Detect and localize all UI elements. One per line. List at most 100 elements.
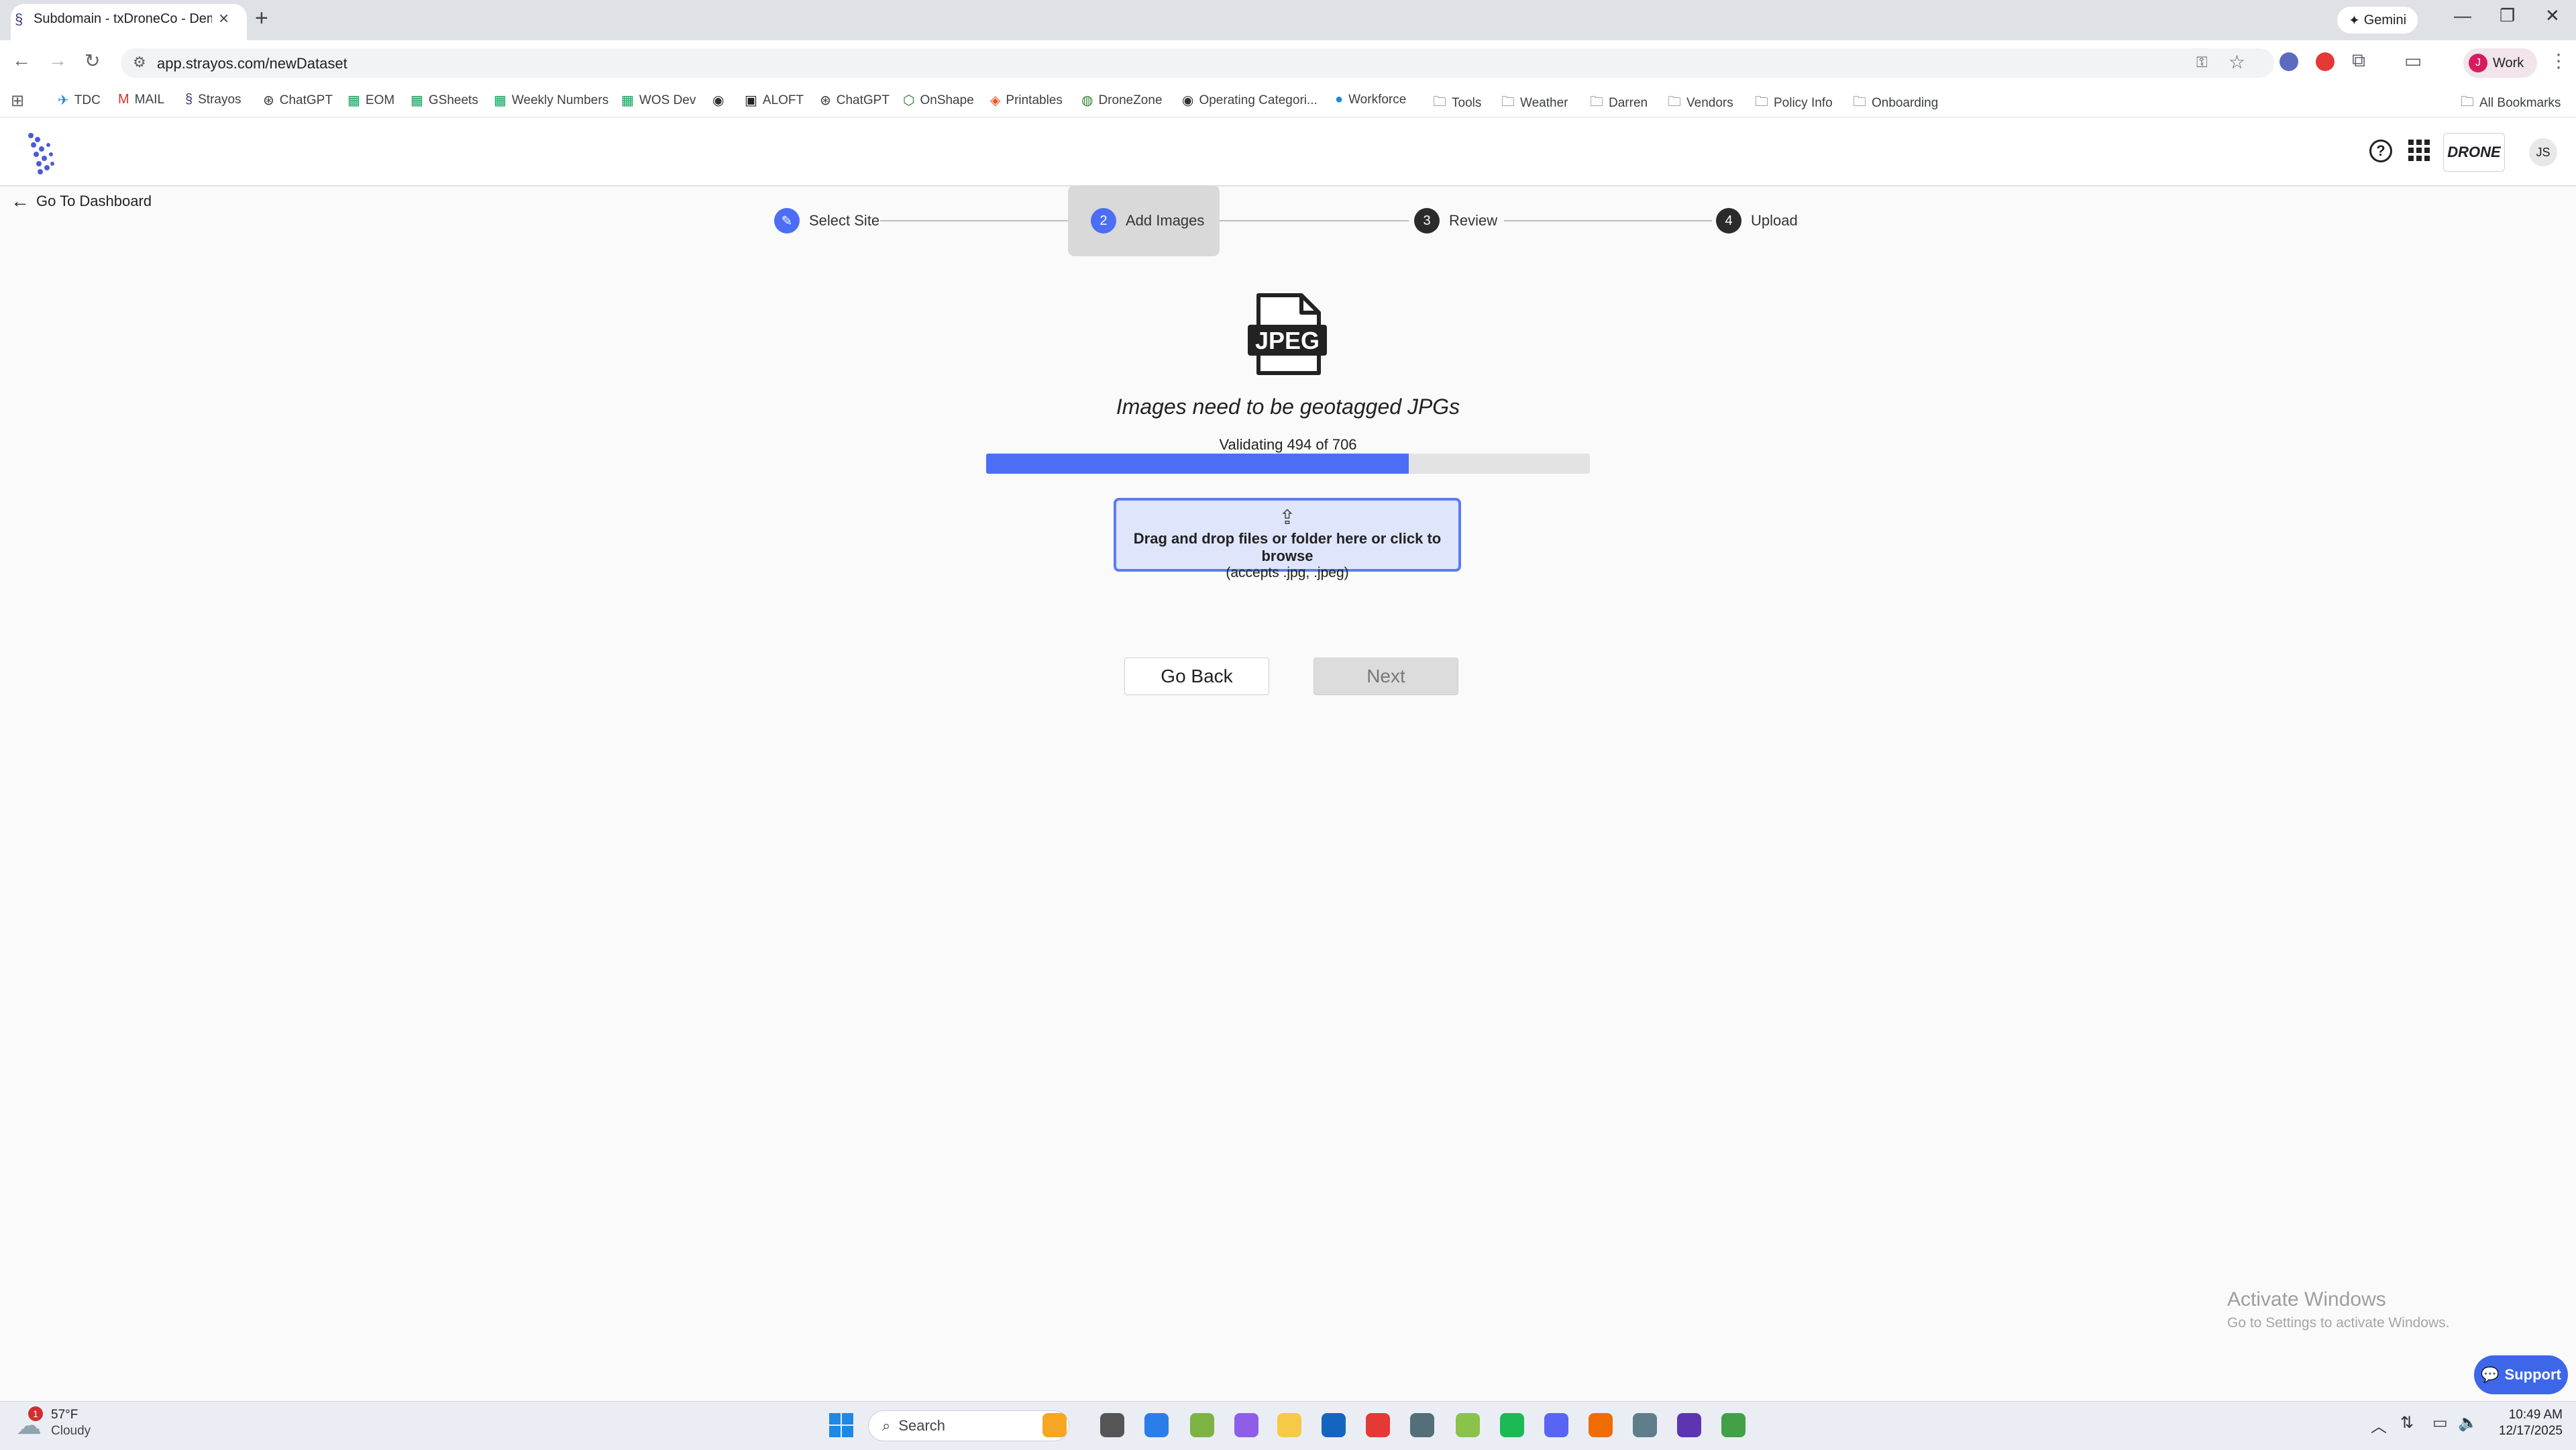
step-label: Upload xyxy=(1751,212,1798,229)
clock-date[interactable]: 12/17/2025 xyxy=(2482,1424,2563,1439)
address-bar[interactable] xyxy=(121,48,2274,78)
tab-strip xyxy=(0,0,2576,40)
bookmark-item[interactable]: ◍ DroneZone xyxy=(1081,92,1163,109)
bookmark-label: Policy Info xyxy=(1774,96,1833,110)
extension-icon[interactable] xyxy=(2316,52,2334,71)
strayos-logo[interactable] xyxy=(24,130,62,174)
snipping-tool-icon[interactable] xyxy=(1144,1413,1169,1437)
bookmark-item[interactable]: M MAIL xyxy=(118,92,164,107)
windows-start-icon[interactable] xyxy=(829,1413,853,1437)
step-label: Add Images xyxy=(1126,212,1205,229)
bookmark-item[interactable]: ● Workforce xyxy=(1335,92,1406,107)
new-tab-button[interactable]: + xyxy=(255,5,268,32)
bookmark-item[interactable]: ⊛ ChatGPT xyxy=(820,92,890,109)
monitor-icon[interactable]: ▭ xyxy=(2432,1413,2448,1433)
qgis-icon[interactable] xyxy=(1456,1413,1480,1437)
chevron-up-icon[interactable]: ︿ xyxy=(2371,1413,2387,1437)
bookmark-item[interactable]: 🗀 Darren xyxy=(1590,92,1648,115)
bookmark-item[interactable]: 🗀 Tools xyxy=(1433,92,1481,115)
chrome-icon[interactable] xyxy=(1366,1413,1390,1437)
organization-logo[interactable]: DRONE xyxy=(2443,133,2505,172)
copilot-icon[interactable] xyxy=(1234,1413,1258,1437)
discord-icon[interactable] xyxy=(1544,1413,1568,1437)
weather-condition[interactable]: Cloudy xyxy=(51,1424,91,1439)
bookmark-label: TDC xyxy=(74,93,101,107)
apps-grid-icon[interactable]: ⊞ xyxy=(11,91,24,111)
chrome-alt-icon[interactable] xyxy=(1721,1413,1746,1437)
bookmark-item[interactable]: § Strayos xyxy=(185,92,241,107)
browser-menu-icon[interactable]: ⋮ xyxy=(2549,50,2568,72)
back-arrow-icon[interactable]: ← xyxy=(12,50,31,71)
side-panel-icon[interactable]: ▭ xyxy=(2404,50,2422,72)
apps-menu-icon[interactable] xyxy=(2408,140,2430,161)
step-review[interactable]: 3 Review xyxy=(1414,208,1497,234)
bookmark-item[interactable]: 🗀 Weather xyxy=(1501,92,1568,115)
bookmark-label: Vendors xyxy=(1686,96,1733,110)
puzzle-extensions-icon[interactable]: ⧉ xyxy=(2352,50,2365,72)
extension-icon[interactable] xyxy=(2279,52,2298,71)
bookmark-label: ALOFT xyxy=(762,93,804,107)
next-button[interactable]: Next xyxy=(1313,658,1458,695)
bookmark-label: Tools xyxy=(1452,96,1482,110)
stepper-connector xyxy=(1208,220,1409,221)
url-text[interactable]: app.strayos.com/newDataset xyxy=(157,55,347,72)
store-icon[interactable] xyxy=(1322,1413,1346,1437)
bookmark-item[interactable]: ✈ TDC xyxy=(58,92,101,109)
folder-icon[interactable] xyxy=(1277,1413,1301,1437)
taskbar-search[interactable]: ⌕ Search xyxy=(868,1410,1069,1441)
network-icon[interactable]: ⇅ xyxy=(2400,1413,2414,1433)
bookmark-item[interactable]: ▣ ALOFT xyxy=(745,92,804,109)
site-info-icon[interactable]: ⚙ xyxy=(133,54,146,71)
step-select-site[interactable]: ✎ Select Site xyxy=(774,208,879,234)
volume-icon[interactable]: 🔈 xyxy=(2458,1413,2478,1433)
notification-badge: 1 xyxy=(28,1406,43,1421)
password-key-icon[interactable]: ⚿ xyxy=(2196,54,2208,71)
all-bookmarks[interactable]: 🗀 All Bookmarks xyxy=(2461,92,2561,115)
bookmark-star-icon[interactable]: ☆ xyxy=(2229,51,2245,73)
user-avatar[interactable]: JS xyxy=(2529,138,2557,166)
forward-arrow-icon[interactable]: → xyxy=(48,50,67,71)
restore-icon[interactable]: ❐ xyxy=(2500,5,2515,26)
bookmark-item[interactable]: ◉ Operating Categori... xyxy=(1182,92,1318,109)
close-tab-icon[interactable]: × xyxy=(219,8,229,29)
weather-temperature[interactable]: 57°F xyxy=(51,1408,78,1422)
printer-icon[interactable] xyxy=(1633,1413,1657,1437)
chrome-profile-icon[interactable] xyxy=(1589,1413,1613,1437)
app-icon[interactable] xyxy=(1677,1413,1701,1437)
profile-avatar: J xyxy=(2469,54,2487,72)
bookmark-item[interactable]: ⊛ ChatGPT xyxy=(263,92,333,109)
go-to-dashboard-link[interactable]: ← Go To Dashboard xyxy=(11,191,152,212)
spotify-icon[interactable] xyxy=(1500,1413,1524,1437)
reload-icon[interactable]: ↻ xyxy=(85,50,100,72)
go-back-button[interactable]: Go Back xyxy=(1124,658,1269,695)
jpeg-file-icon: JPEG xyxy=(1248,293,1327,375)
bookmark-item[interactable]: ▦ Weekly Numbers xyxy=(494,92,608,109)
jpeg-label: JPEG xyxy=(1255,327,1320,354)
step-upload[interactable]: 4 Upload xyxy=(1716,208,1798,234)
notes-icon[interactable] xyxy=(1190,1413,1214,1437)
bookmark-item[interactable]: ▦ GSheets xyxy=(411,92,478,109)
calculator-icon[interactable] xyxy=(1410,1413,1434,1437)
bookmark-item[interactable]: ◉ xyxy=(712,92,724,109)
bookmark-label: Workforce xyxy=(1348,92,1407,107)
bookmark-item[interactable]: ◈ Printables xyxy=(990,92,1063,109)
minimize-icon[interactable]: — xyxy=(2454,5,2471,26)
support-button[interactable]: 💬 Support xyxy=(2474,1355,2568,1394)
profile-button[interactable]: J Work xyxy=(2463,48,2537,78)
widgets-icon[interactable] xyxy=(1042,1413,1067,1437)
bookmark-item[interactable]: ▦ WOS Dev xyxy=(621,92,696,109)
help-icon[interactable]: ? xyxy=(2369,140,2392,162)
bookmark-item[interactable]: ▦ EOM xyxy=(347,92,394,109)
step-add-images[interactable]: 2 Add Images xyxy=(1091,208,1204,234)
bookmark-item[interactable]: 🗀 Policy Info xyxy=(1755,92,1833,115)
file-explorer-icon[interactable] xyxy=(1100,1413,1124,1437)
bookmark-item[interactable]: ⬡ OnShape xyxy=(903,92,974,109)
bookmark-item[interactable]: 🗀 Onboarding xyxy=(1853,92,1938,115)
gemini-button[interactable]: ✦ Gemini xyxy=(2337,7,2418,34)
close-window-icon[interactable]: ✕ xyxy=(2545,5,2560,26)
clock-time[interactable]: 10:49 AM xyxy=(2482,1408,2563,1422)
bookmark-item[interactable]: 🗀 Vendors xyxy=(1668,92,1733,115)
file-dropzone[interactable]: ⇪ Drag and drop files or folder here or … xyxy=(1114,498,1461,580)
bookmark-label: Strayos xyxy=(198,92,241,107)
app-header xyxy=(0,118,2576,187)
